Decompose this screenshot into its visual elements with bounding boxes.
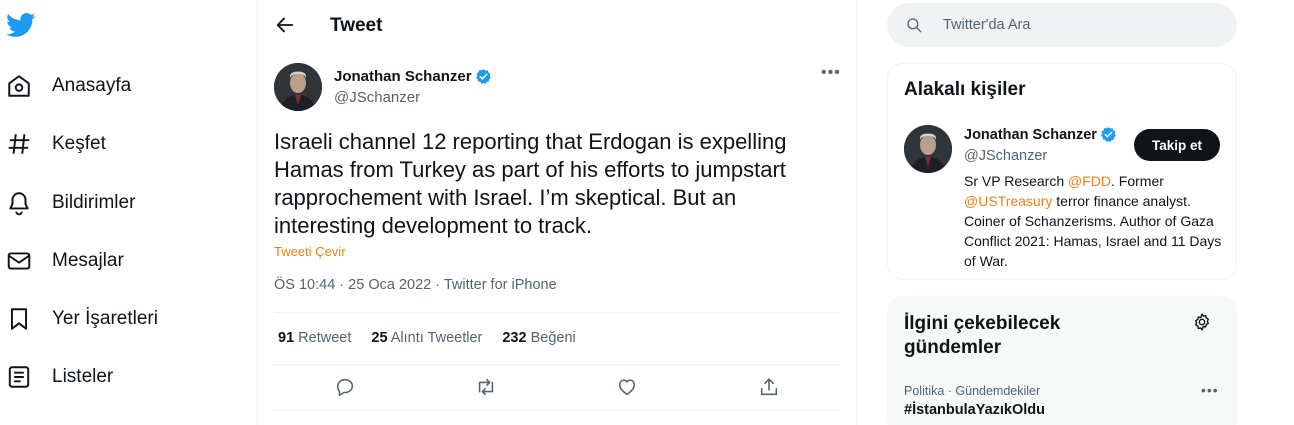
nav-label-messages: Mesajlar [52, 250, 124, 271]
trend-context: Politika · Gündemdekiler [904, 384, 1041, 398]
page-header: Tweet [258, 0, 857, 52]
back-button[interactable] [274, 14, 296, 36]
nav-label-lists: Listeler [52, 366, 114, 387]
likes-stat[interactable]: 232 Beğeni [502, 330, 575, 346]
bio-mention-link[interactable]: @FDD [1068, 173, 1111, 189]
divider [274, 364, 840, 365]
related-people-title: Alakalı kişiler [904, 79, 1026, 100]
retweet-icon [478, 378, 494, 396]
bookmark-icon [10, 308, 28, 330]
nav-item-notifications[interactable]: Bildirimler [6, 181, 135, 225]
heart-icon [618, 379, 636, 396]
tweet-text: Israeli channel 12 reporting that Erdoga… [274, 129, 787, 238]
nav-label-notifications: Bildirimler [52, 192, 136, 213]
quotes-count: 25 [371, 330, 388, 346]
tweet-actions [274, 376, 840, 400]
trend-item[interactable]: #İstanbulaYazıkOldu [904, 402, 1045, 418]
tweet-detail: Tweet Jonathan Schanzer @JSchanzer ••• I… [258, 0, 857, 425]
meta-separator: · [431, 277, 444, 293]
nav-item-home[interactable]: Anasayfa [6, 64, 131, 108]
divider [274, 312, 840, 313]
tweet-meta: ÖS 10:44 · 25 Oca 2022 · Twitter for iPh… [274, 277, 557, 293]
tweet-source[interactable]: Twitter for iPhone [444, 277, 557, 293]
profile-photo [904, 125, 952, 173]
author-handle[interactable]: @JSchanzer [334, 89, 420, 106]
nav-item-bookmarks[interactable]: Yer İşaretleri [6, 297, 158, 341]
bell-icon [9, 192, 29, 216]
author-name[interactable]: Jonathan Schanzer [334, 68, 492, 85]
person-name[interactable]: Jonathan Schanzer [964, 126, 1117, 143]
share-icon [760, 378, 778, 396]
tweet-time[interactable]: ÖS 10:44 [274, 277, 335, 293]
person-handle[interactable]: @JSchanzer [964, 148, 1047, 164]
list-icon [8, 366, 30, 388]
profile-photo [274, 63, 322, 111]
avatar[interactable] [904, 125, 952, 173]
settings-button[interactable] [1192, 312, 1212, 332]
retweet-button[interactable] [475, 376, 499, 400]
mail-icon [7, 252, 31, 270]
bio-text: . Former [1111, 173, 1164, 189]
twitter-logo-icon[interactable] [5, 10, 36, 40]
author-name-text: Jonathan Schanzer [334, 68, 472, 85]
likes-label: Beğeni [526, 330, 576, 346]
verified-badge-icon [475, 69, 491, 84]
reply-icon [336, 378, 354, 397]
search-input[interactable] [943, 17, 1203, 33]
trends-title: İlgini çekebilecek gündemler [904, 313, 1061, 358]
trends-card: İlgini çekebilecek gündemler Politika · … [887, 296, 1237, 425]
share-button[interactable] [758, 376, 782, 400]
person-bio: Sr VP Research @FDD. Former @USTreasury … [964, 171, 1224, 271]
meta-separator: · [335, 277, 349, 293]
gear-icon [1195, 313, 1209, 331]
likes-count: 232 [502, 330, 527, 346]
arrow-left-icon [276, 17, 294, 33]
nav-item-explore[interactable]: Keşfet [6, 122, 106, 166]
reply-button[interactable] [334, 376, 358, 400]
more-options-icon[interactable]: ••• [821, 64, 841, 84]
hashtag-icon [8, 134, 30, 154]
home-icon [8, 75, 30, 97]
nav-label-home: Anasayfa [52, 75, 132, 96]
nav-label-explore: Keşfet [52, 133, 106, 154]
trend-more-icon[interactable]: ••• [1201, 382, 1219, 398]
person-name-text: Jonathan Schanzer [964, 126, 1097, 143]
sidebar-nav: Anasayfa Keşfet Bildirimler Mesajlar Yer… [0, 0, 258, 425]
retweets-label: Retweet [294, 330, 352, 346]
follow-button[interactable]: Takip et [1134, 129, 1220, 161]
like-button[interactable] [616, 376, 640, 400]
verified-badge-icon [1101, 127, 1116, 142]
tweet-stats: 91 Retweet 25 Alıntı Tweetler 232 Beğeni [278, 330, 596, 346]
page-title: Tweet [330, 15, 383, 36]
retweets-count: 91 [278, 330, 295, 346]
bio-text: Sr VP Research [964, 173, 1069, 189]
quotes-stat[interactable]: 25 Alıntı Tweetler [371, 330, 482, 346]
bio-mention-link[interactable]: @USTreasury [964, 193, 1052, 209]
avatar[interactable] [274, 63, 322, 111]
nav-item-lists[interactable]: Listeler [6, 355, 113, 399]
search-icon [907, 18, 922, 33]
search-bar[interactable] [887, 3, 1237, 47]
translate-link[interactable]: Tweeti Çevir [274, 244, 346, 259]
retweets-stat[interactable]: 91 Retweet [278, 330, 351, 346]
nav-label-bookmarks: Yer İşaretleri [52, 308, 158, 329]
related-people-card: Alakalı kişiler Jonathan Schanzer @JScha… [887, 63, 1237, 280]
tweet-date[interactable]: 25 Oca 2022 [348, 277, 431, 293]
divider [274, 410, 840, 411]
quotes-label: Alıntı Tweetler [387, 330, 483, 346]
nav-item-messages[interactable]: Mesajlar [6, 239, 124, 283]
